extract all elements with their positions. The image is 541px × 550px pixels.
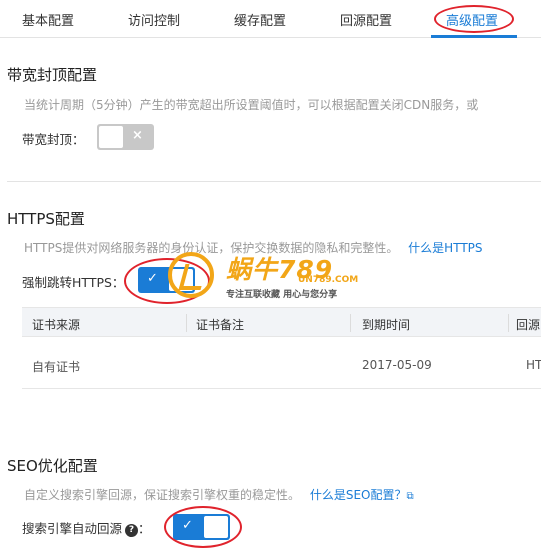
column-header-expiry: 到期时间 xyxy=(362,318,411,332)
seo-label-colon: ： xyxy=(138,521,151,536)
column-separator xyxy=(186,314,187,332)
tab-access-control[interactable]: 访问控制 xyxy=(128,10,180,29)
bandwidth-cap-toggle[interactable]: × xyxy=(97,124,154,150)
toggle-knob xyxy=(99,126,123,148)
https-toggle-label: 强制跳转HTTPS： xyxy=(22,275,125,290)
https-section-title: HTTPS配置 xyxy=(7,210,85,228)
active-tab-indicator xyxy=(431,35,517,38)
seo-section-title: SEO优化配置 xyxy=(7,457,98,475)
tab-bar: 基本配置 访问控制 缓存配置 回源配置 高级配置 xyxy=(0,0,541,38)
seo-toggle-label: 搜索引擎自动回源?： xyxy=(22,518,151,537)
tab-basic[interactable]: 基本配置 xyxy=(22,10,74,29)
column-separator xyxy=(350,314,351,332)
cell-origin: HT xyxy=(526,358,541,372)
annotation-circle-seo xyxy=(164,506,242,548)
column-header-note: 证书备注 xyxy=(196,318,245,332)
certificate-table-header: 证书来源 证书备注 到期时间 回源 xyxy=(22,307,541,337)
tab-origin[interactable]: 回源配置 xyxy=(340,10,392,29)
column-separator xyxy=(508,314,509,332)
seo-help-link[interactable]: 什么是SEO配置？ xyxy=(310,488,407,502)
column-header-source: 证书来源 xyxy=(32,318,81,332)
help-icon[interactable]: ? xyxy=(125,524,139,537)
https-help-link[interactable]: 什么是HTTPS xyxy=(408,241,482,255)
section-divider xyxy=(7,181,541,182)
external-link-icon[interactable]: ⧉ xyxy=(407,491,414,502)
snail-logo-icon xyxy=(168,252,214,298)
watermark-site: UN789.COM xyxy=(298,275,359,285)
annotation-circle-tab xyxy=(434,5,514,33)
seo-toggle-label-text: 搜索引擎自动回源 xyxy=(22,521,123,536)
bandwidth-section-title: 带宽封顶配置 xyxy=(7,66,98,84)
bandwidth-toggle-label: 带宽封顶： xyxy=(22,132,85,147)
watermark-slogan: 专注互联收藏 用心与您分享 xyxy=(226,290,338,300)
cell-source: 自有证书 xyxy=(32,360,81,374)
table-row: 自有证书 2017-05-09 HT xyxy=(22,337,541,389)
close-icon: × xyxy=(132,128,143,143)
cell-expires: 2017-05-09 xyxy=(362,358,432,372)
seo-description-text: 自定义搜索引擎回源，保证搜索引擎权重的稳定性。 xyxy=(24,488,301,502)
seo-description: 自定义搜索引擎回源，保证搜索引擎权重的稳定性。 什么是SEO配置？⧉ xyxy=(24,486,414,503)
bandwidth-description: 当统计周期（5分钟）产生的带宽超出所设置阈值时，可以根据配置关闭CDN服务，或 xyxy=(24,98,479,112)
watermark-logo: 蜗牛789 UN789.COM 专注互联收藏 用心与您分享 xyxy=(168,250,388,302)
column-header-origin: 回源 xyxy=(516,318,541,332)
tab-cache[interactable]: 缓存配置 xyxy=(234,10,286,29)
